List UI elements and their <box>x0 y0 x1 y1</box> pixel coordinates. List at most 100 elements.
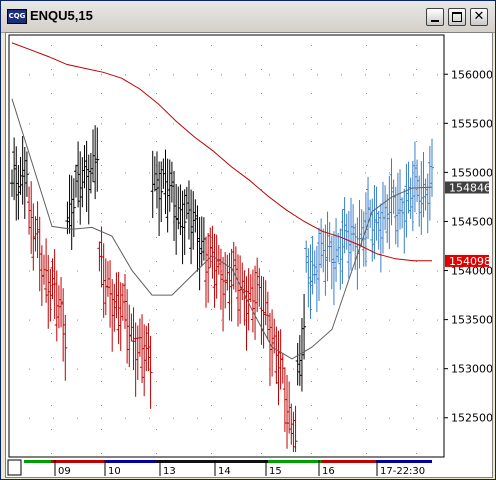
grid-dot <box>311 405 312 406</box>
grid-dot <box>101 221 102 223</box>
grid-dot <box>211 453 212 454</box>
session-stripe <box>24 460 51 463</box>
grid-dot <box>293 319 294 321</box>
grid-dot <box>365 172 366 174</box>
grid-dot <box>29 270 30 272</box>
grid-dot <box>437 417 438 419</box>
grid-dot <box>365 74 366 76</box>
grid-dot <box>341 319 342 321</box>
grid-dot <box>156 285 157 286</box>
grid-dot <box>261 117 262 118</box>
grid-dot <box>53 221 54 223</box>
grid-dot <box>437 319 438 321</box>
grid-dot <box>77 417 78 419</box>
grid-dot <box>149 319 150 321</box>
grid-dot <box>173 270 174 272</box>
grid-dot <box>366 333 367 334</box>
grid-dot <box>245 368 246 370</box>
grid-dot <box>416 309 417 310</box>
grid-dot <box>366 165 367 166</box>
grid-dot <box>149 221 150 223</box>
grid-dot <box>173 123 174 125</box>
grid-dot <box>101 333 102 334</box>
grid-dot <box>51 405 52 406</box>
grid-dot <box>211 309 212 310</box>
y-tick-label: 155500 <box>451 117 492 130</box>
y-tick-label: 155000 <box>451 166 492 179</box>
grid-dot <box>416 405 417 406</box>
grid-dot <box>51 261 52 262</box>
grid-dot <box>51 213 52 214</box>
close-button[interactable]: ✕ <box>470 8 488 26</box>
grid-dot <box>293 123 294 125</box>
grid-dot <box>221 221 222 223</box>
grid-dot <box>416 357 417 358</box>
grid-dot <box>125 221 126 223</box>
grid-dot <box>77 319 78 321</box>
grid-dot <box>389 74 390 76</box>
grid-dot <box>211 405 212 406</box>
grid-dot <box>366 285 367 286</box>
grid-dot <box>413 123 414 125</box>
grid-dot <box>413 368 414 370</box>
grid-dot <box>211 237 212 238</box>
grid-dot <box>125 172 126 174</box>
grid-dot <box>366 453 367 454</box>
grid-dot <box>101 368 102 370</box>
grid-dot <box>221 319 222 321</box>
grid-dot <box>261 357 262 358</box>
grid-dot <box>101 45 102 46</box>
grid-dot <box>311 309 312 310</box>
grid-dot <box>173 368 174 370</box>
grid-dot <box>197 123 198 125</box>
grid-dot <box>29 123 30 125</box>
grid-dot <box>341 221 342 223</box>
grid-dot <box>77 270 78 272</box>
grid-dot <box>366 93 367 94</box>
cqg-app-icon[interactable]: CQG <box>7 9 27 24</box>
grid-dot <box>29 417 30 419</box>
grid-dot <box>77 74 78 76</box>
grid-dot <box>317 319 318 321</box>
minimize-button[interactable] <box>426 8 444 26</box>
grid-dot <box>101 123 102 125</box>
grid-dot <box>245 270 246 272</box>
grid-dot <box>77 221 78 223</box>
grid-dot <box>416 381 417 382</box>
grid-dot <box>311 333 312 334</box>
grid-dot <box>51 237 52 238</box>
grid-dot <box>389 172 390 174</box>
last-price-label: 154846 <box>449 182 491 195</box>
grid-dot <box>211 261 212 262</box>
grid-dot <box>261 69 262 70</box>
scroll-box <box>7 459 22 476</box>
grid-dot <box>413 319 414 321</box>
grid-dot <box>341 368 342 370</box>
grid-dot <box>416 237 417 238</box>
grid-dot <box>149 417 150 419</box>
grid-dot <box>317 74 318 76</box>
grid-dot <box>211 189 212 190</box>
grid-dot <box>311 357 312 358</box>
grid-dot <box>77 123 78 125</box>
grid-dot <box>311 165 312 166</box>
grid-dot <box>101 172 102 174</box>
title-bar[interactable]: CQG ENQU5,15 ✕ <box>1 1 495 33</box>
grid-dot <box>156 117 157 118</box>
grid-dot <box>437 221 438 223</box>
session-stripe <box>51 460 106 463</box>
grid-dot <box>365 319 366 321</box>
grid-dot <box>261 165 262 166</box>
grid-dot <box>416 429 417 430</box>
x-tick-label: 15 <box>269 466 282 477</box>
grid-dot <box>101 357 102 358</box>
grid-dot <box>156 405 157 406</box>
x-tick-label: 14 <box>218 466 231 477</box>
grid-dot <box>125 74 126 76</box>
maximize-button[interactable] <box>448 8 466 26</box>
chart-window: CQG ENQU5,15 ✕ 156000 155500 155000 154500 1… <box>0 0 496 480</box>
price-chart[interactable]: 1560001555001550001545001540001535001530… <box>6 33 492 477</box>
grid-dot <box>437 270 438 272</box>
grid-dot <box>245 123 246 125</box>
grid-dot <box>101 189 102 190</box>
